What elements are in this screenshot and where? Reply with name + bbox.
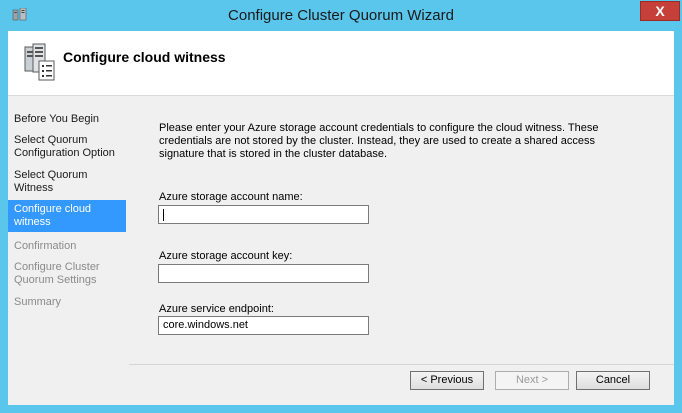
- nav-step-before-you-begin[interactable]: Before You Begin: [8, 113, 126, 126]
- wizard-steps-nav: Before You Begin Select Quorum Configura…: [8, 96, 127, 405]
- account-key-input[interactable]: [158, 264, 369, 283]
- page-title: Configure cloud witness: [63, 49, 226, 65]
- nav-step-configure-cluster-quorum-settings: Configure Cluster Quorum Settings: [14, 261, 100, 286]
- endpoint-label: Azure service endpoint:: [159, 303, 274, 315]
- wizard-window: Configure Cluster Quorum Wizard X Config…: [0, 0, 682, 413]
- endpoint-value: core.windows.net: [163, 319, 248, 331]
- cancel-button[interactable]: Cancel: [576, 371, 650, 390]
- wizard-header: Configure cloud witness: [8, 31, 674, 96]
- next-button[interactable]: Next >: [495, 371, 569, 390]
- account-name-input[interactable]: [158, 205, 369, 224]
- previous-button[interactable]: < Previous: [410, 371, 484, 390]
- close-icon: X: [655, 3, 665, 19]
- account-name-label: Azure storage account name:: [159, 191, 303, 203]
- nav-step-select-quorum-witness[interactable]: Select Quorum Witness: [8, 169, 126, 195]
- window-title: Configure Cluster Quorum Wizard: [228, 7, 454, 24]
- nav-step-summary: Summary: [14, 296, 62, 308]
- wizard-client-area: Configure cloud witness Before You Begin…: [8, 31, 674, 405]
- cluster-server-icon: [24, 43, 55, 81]
- wizard-content: Please enter your Azure storage account …: [129, 96, 674, 405]
- account-key-label: Azure storage account key:: [159, 250, 293, 262]
- nav-step-select-quorum-option[interactable]: Select Quorum Configuration Option: [8, 134, 126, 160]
- nav-step-configure-cloud-witness[interactable]: Configure cloud witness: [8, 200, 126, 232]
- intro-text: Please enter your Azure storage account …: [159, 122, 599, 160]
- endpoint-input[interactable]: core.windows.net: [158, 316, 369, 335]
- nav-step-confirmation: Confirmation: [14, 240, 77, 252]
- close-button[interactable]: X: [640, 1, 680, 21]
- button-divider: [129, 364, 674, 365]
- title-bar[interactable]: Configure Cluster Quorum Wizard X: [0, 0, 682, 32]
- text-caret: [163, 209, 164, 221]
